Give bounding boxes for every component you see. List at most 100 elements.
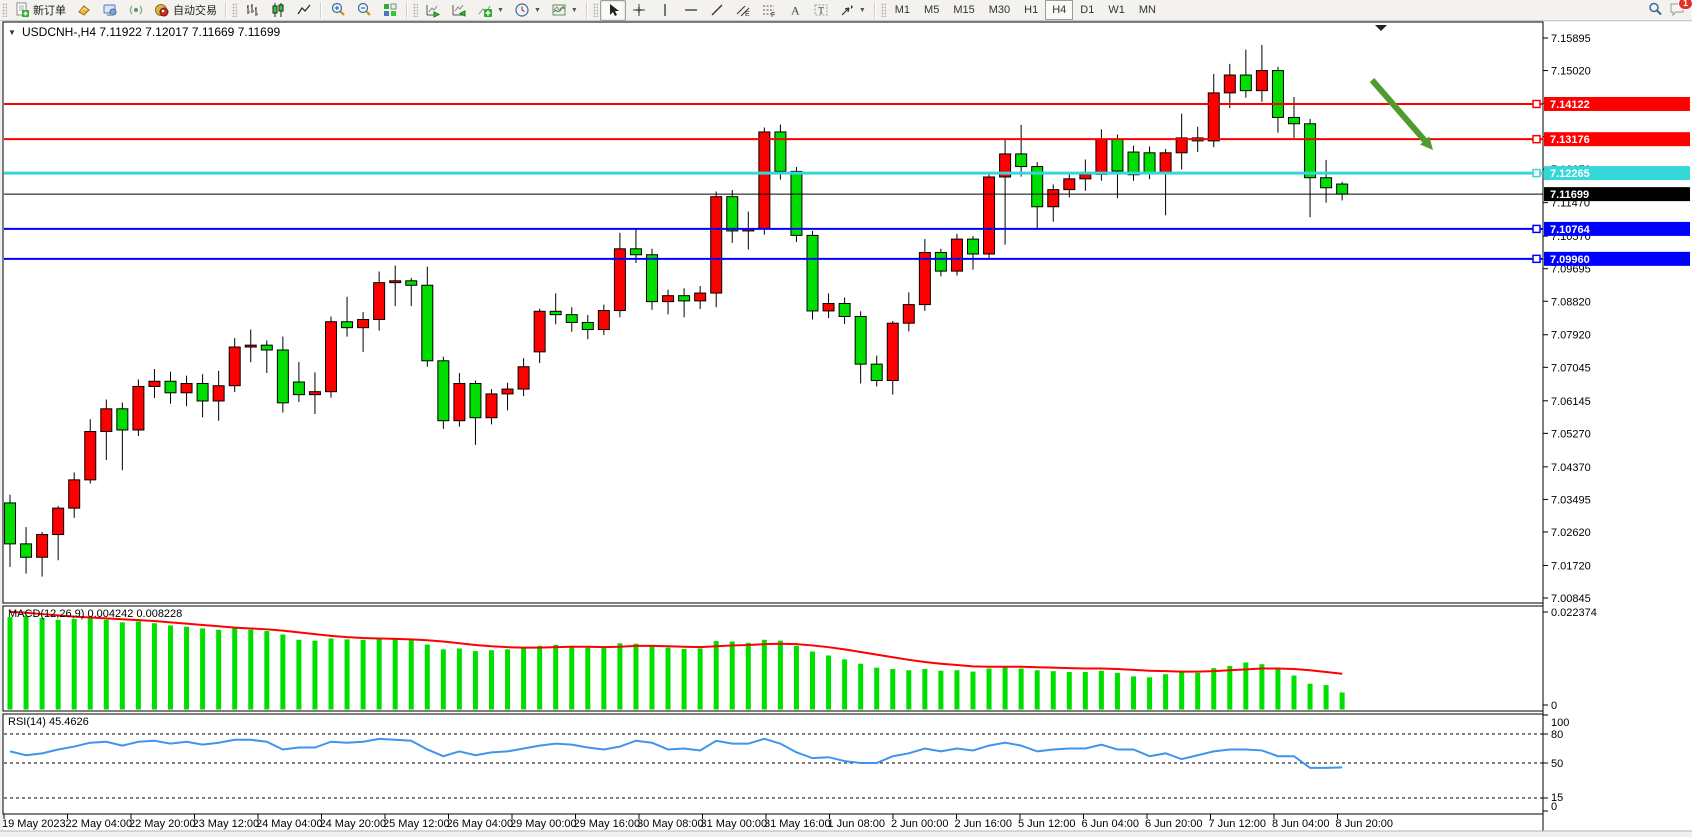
chevron-down-icon: ▼ (497, 7, 504, 14)
svg-text:7.03495: 7.03495 (1551, 494, 1591, 506)
rsi-label: RSI(14) 45.4626 (8, 716, 89, 728)
toolbar-drag-handle[interactable] (413, 3, 418, 17)
svg-text:7.01720: 7.01720 (1551, 560, 1591, 572)
timeframe-button-m15[interactable]: M15 (946, 0, 981, 20)
zoom-out-icon (356, 2, 372, 18)
templates-button[interactable]: ▼ (546, 0, 583, 21)
toolbar-drag-handle[interactable] (232, 3, 237, 17)
autotrading-label: 自动交易 (173, 2, 217, 18)
arrows-tool-button[interactable]: ▼ (834, 0, 871, 21)
market-watch-button[interactable] (71, 0, 97, 21)
text-tool-button[interactable]: A (782, 0, 808, 21)
svg-text:7.15895: 7.15895 (1551, 33, 1591, 45)
svg-text:7.09960: 7.09960 (1550, 254, 1590, 266)
user-monitor-icon (102, 2, 118, 18)
svg-text:30 May 08:00: 30 May 08:00 (637, 818, 704, 830)
autotrading-button[interactable]: 自动交易 (149, 0, 222, 21)
macd-label: MACD(12,26,9) 0.004242 0.008228 (8, 608, 182, 620)
svg-text:24 May 20:00: 24 May 20:00 (320, 818, 387, 830)
svg-text:26 May 04:00: 26 May 04:00 (447, 818, 514, 830)
bar-chart-icon (244, 2, 260, 18)
svg-text:29 May 16:00: 29 May 16:00 (574, 818, 641, 830)
svg-text:19 May 2023: 19 May 2023 (2, 818, 66, 830)
svg-text:100: 100 (1551, 717, 1569, 729)
chat-button[interactable]: 1 (1669, 1, 1686, 20)
zoom-in-icon (330, 2, 346, 18)
tile-windows-button[interactable] (377, 0, 403, 21)
timeframe-button-m5[interactable]: M5 (917, 0, 946, 20)
search-icon[interactable] (1647, 1, 1663, 20)
fibonacci-icon: F (761, 2, 777, 18)
toolbar-drag-handle[interactable] (881, 3, 886, 17)
text-label-tool-button[interactable]: T (808, 0, 834, 21)
fibonacci-tool-button[interactable]: F (756, 0, 782, 21)
svg-text:29 May 00:00: 29 May 00:00 (510, 818, 577, 830)
trendline-tool-button[interactable] (704, 0, 730, 21)
crosshair-icon (631, 2, 647, 18)
svg-text:2 Jun 00:00: 2 Jun 00:00 (891, 818, 949, 830)
timeframe-button-m1[interactable]: M1 (888, 0, 917, 20)
new-order-button[interactable]: 新订单 (9, 0, 71, 21)
svg-text:7.15020: 7.15020 (1551, 66, 1591, 78)
bar-chart-button[interactable] (239, 0, 265, 21)
zoom-out-button[interactable] (351, 0, 377, 21)
chart-shift-button[interactable] (446, 0, 472, 21)
toolbar-separator (406, 2, 408, 18)
svg-text:E: E (745, 11, 750, 18)
toolbar: 新订单 自动交易 (0, 0, 1692, 21)
chart-canvas[interactable]: 7.158957.150207.141457.132457.123707.114… (0, 0, 1692, 837)
horizontal-line-tool-button[interactable] (678, 0, 704, 21)
svg-text:0.022374: 0.022374 (1551, 607, 1597, 619)
candlestick-chart-button[interactable] (265, 0, 291, 21)
svg-text:22 May 04:00: 22 May 04:00 (66, 818, 133, 830)
crosshair-tool-button[interactable] (626, 0, 652, 21)
chevron-down-icon: ▼ (859, 7, 866, 14)
svg-text:23 May 12:00: 23 May 12:00 (193, 818, 260, 830)
indicators-icon (477, 2, 493, 18)
svg-text:6 Jun 04:00: 6 Jun 04:00 (1082, 818, 1140, 830)
svg-text:F: F (771, 12, 775, 18)
timeframe-button-w1[interactable]: W1 (1101, 0, 1132, 20)
chart-title: ▼USDCNH-,H4 7.11922 7.12017 7.11669 7.11… (8, 25, 281, 39)
svg-text:50: 50 (1551, 758, 1563, 770)
new-order-label: 新订单 (33, 2, 66, 18)
svg-text:7.10764: 7.10764 (1550, 224, 1591, 236)
svg-text:22 May 20:00: 22 May 20:00 (129, 818, 196, 830)
signal-icon (128, 2, 144, 18)
symbol-dropdown-icon[interactable]: ▼ (8, 28, 16, 37)
channel-tool-button[interactable]: E (730, 0, 756, 21)
svg-text:7.05270: 7.05270 (1551, 428, 1591, 440)
periods-button[interactable]: ▼ (509, 0, 546, 21)
line-chart-button[interactable] (291, 0, 317, 21)
svg-text:T: T (818, 6, 824, 17)
timeframe-button-h1[interactable]: H1 (1017, 0, 1045, 20)
svg-text:0: 0 (1551, 700, 1557, 712)
timeframe-button-d1[interactable]: D1 (1073, 0, 1101, 20)
svg-text:31 May 16:00: 31 May 16:00 (764, 818, 831, 830)
vertical-line-icon (657, 2, 673, 18)
indicators-button[interactable]: ▼ (472, 0, 509, 21)
horizontal-line-icon (683, 2, 699, 18)
svg-text:7.12265: 7.12265 (1550, 168, 1590, 180)
terminal-button[interactable] (97, 0, 123, 21)
toolbar-drag-handle[interactable] (593, 3, 598, 17)
svg-text:24 May 04:00: 24 May 04:00 (256, 818, 323, 830)
svg-text:A: A (791, 4, 800, 18)
signal-button[interactable] (123, 0, 149, 21)
timeframe-button-h4[interactable]: H4 (1045, 0, 1073, 20)
auto-scroll-icon (425, 2, 441, 18)
cursor-tool-button[interactable] (600, 0, 626, 21)
vertical-line-tool-button[interactable] (652, 0, 678, 21)
svg-text:7.06145: 7.06145 (1551, 396, 1591, 408)
zoom-in-button[interactable] (325, 0, 351, 21)
toolbar-drag-handle[interactable] (2, 3, 7, 17)
timeframe-button-m30[interactable]: M30 (982, 0, 1017, 20)
svg-text:7.07045: 7.07045 (1551, 362, 1591, 374)
chart-shift-icon (451, 2, 467, 18)
notification-badge: 1 (1678, 0, 1692, 10)
svg-text:7.13176: 7.13176 (1550, 134, 1590, 146)
svg-text:7.08820: 7.08820 (1551, 296, 1591, 308)
auto-scroll-button[interactable] (420, 0, 446, 21)
equidistant-channel-icon: E (735, 2, 751, 18)
timeframe-button-mn[interactable]: MN (1132, 0, 1163, 20)
